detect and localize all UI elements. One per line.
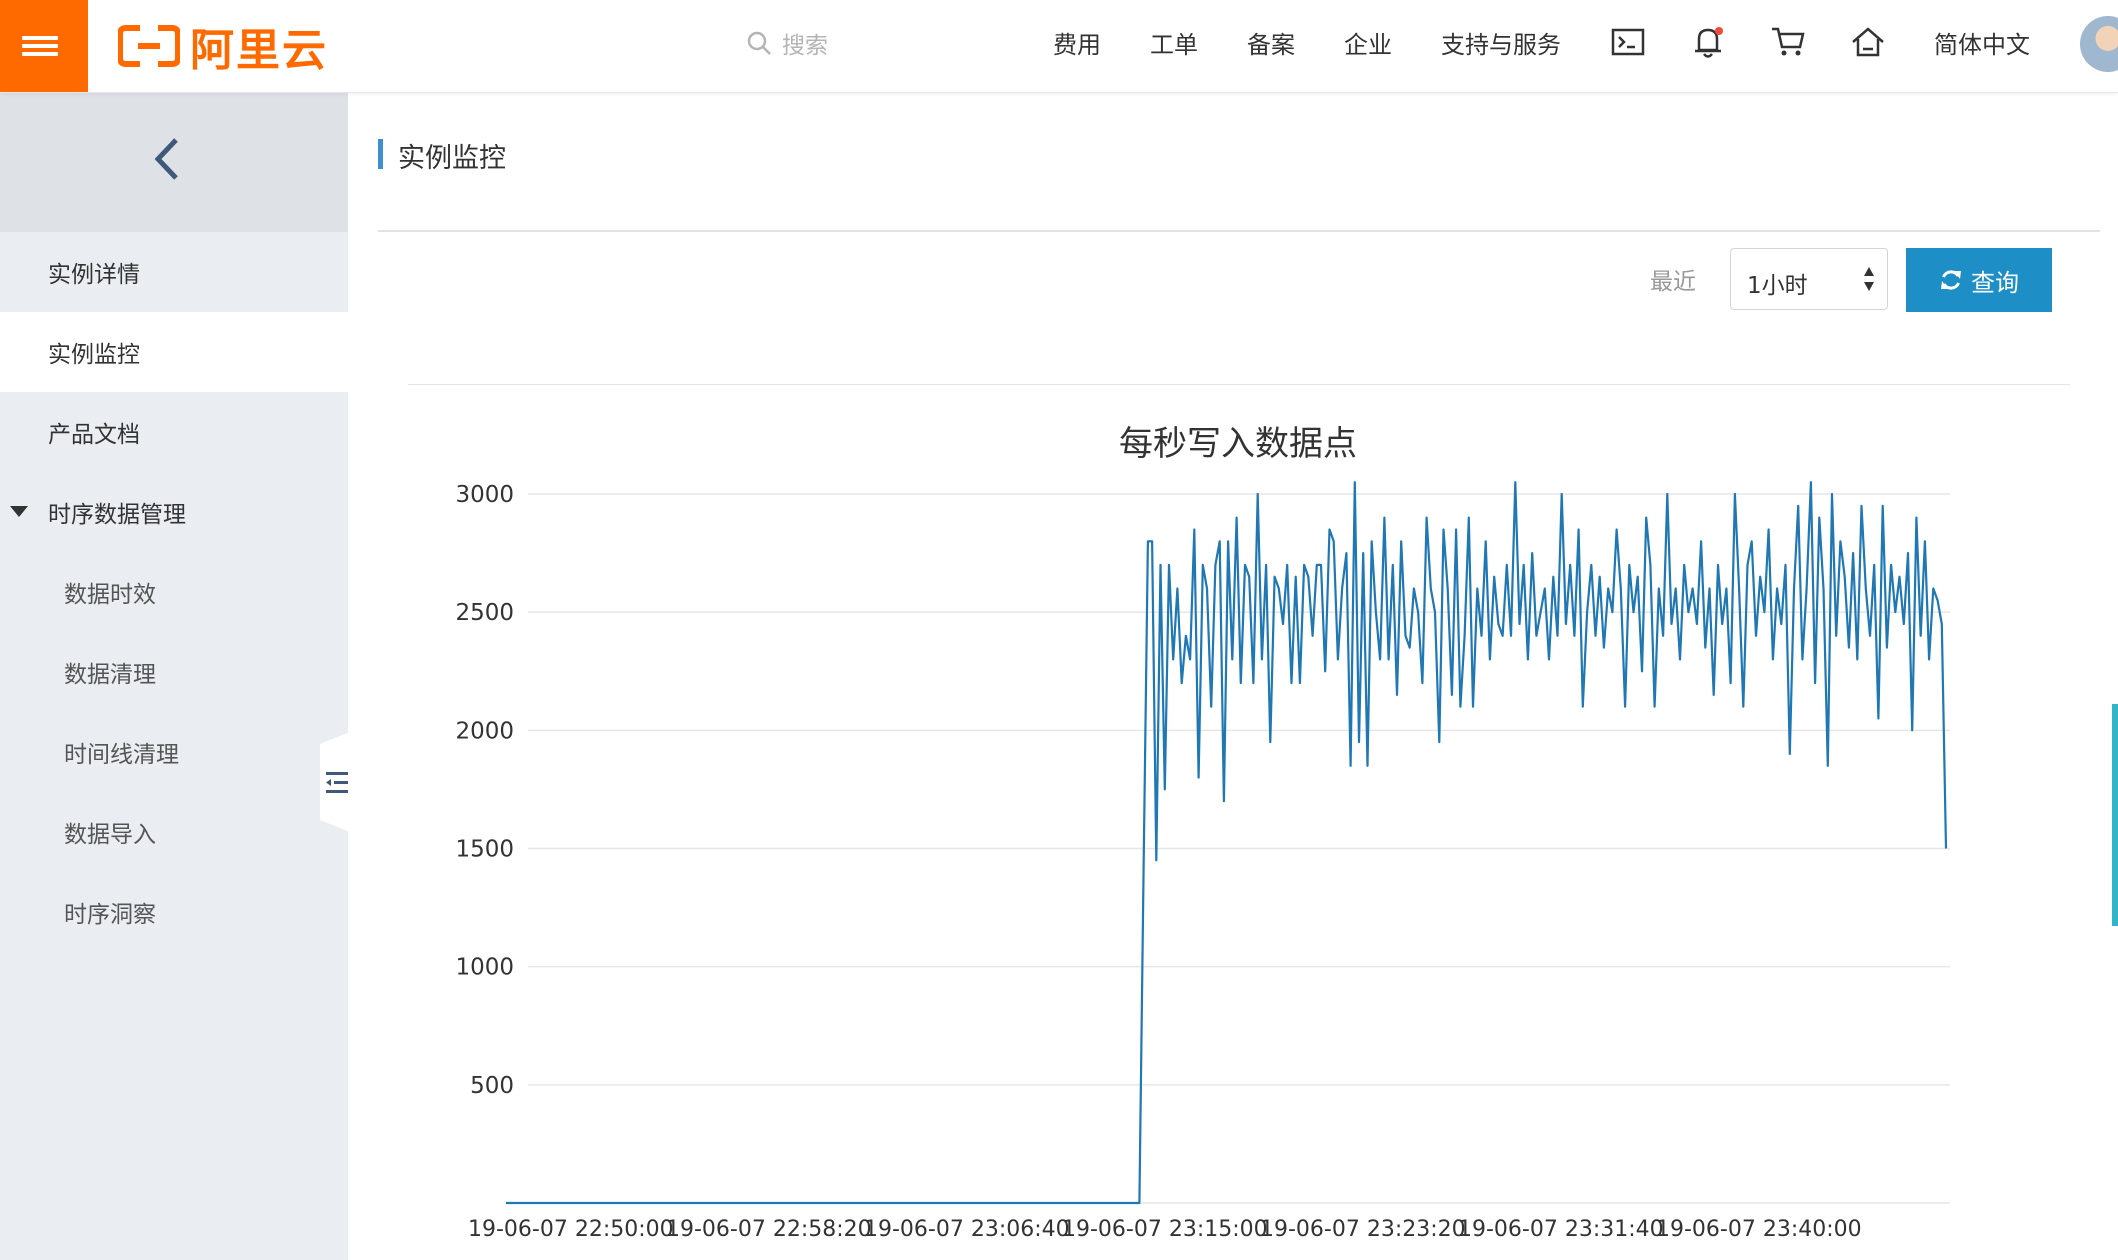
sidebar-item-label: 数据清理: [64, 662, 156, 688]
x-tick-label: 19-06-07 23:06:40: [864, 1217, 1070, 1242]
menu-icon[interactable]: [0, 0, 88, 92]
query-button[interactable]: 查询: [1906, 248, 2052, 312]
avatar[interactable]: [2080, 16, 2118, 72]
x-tick-label: 19-06-07 23:31:40: [1458, 1217, 1664, 1242]
chart-title: 每秒写入数据点: [1119, 424, 1357, 464]
select-arrows-icon: [1864, 267, 1874, 291]
sidebar-item-insight[interactable]: 时序洞察: [0, 872, 348, 952]
sidebar-item-data-import[interactable]: 数据导入: [0, 792, 348, 872]
page-title-accent: [378, 139, 383, 169]
sidebar-back-area: [0, 92, 348, 232]
x-tick-label: 19-06-07 23:23:20: [1260, 1217, 1466, 1242]
time-range-value: 1小时: [1747, 273, 1808, 299]
y-tick-label: 2500: [455, 600, 514, 626]
sidebar-item-label: 产品文档: [48, 422, 140, 448]
sidebar-item-product-docs[interactable]: 产品文档: [0, 392, 348, 472]
language-selector[interactable]: 简体中文: [1934, 0, 2030, 84]
search-box[interactable]: 搜索: [746, 26, 828, 60]
y-tick-label: 1000: [455, 955, 514, 981]
sidebar-item-data-cleanup[interactable]: 数据清理: [0, 632, 348, 712]
y-tick-label: 3000: [455, 482, 514, 508]
nav-tickets[interactable]: 工单: [1150, 0, 1198, 84]
y-tick-label: 1500: [455, 837, 514, 863]
sidebar-item-tsdb-management[interactable]: 时序数据管理: [0, 472, 348, 552]
nav-support[interactable]: 支持与服务: [1441, 0, 1561, 84]
nav-fees[interactable]: 费用: [1053, 0, 1101, 84]
sidebar-item-data-ttl[interactable]: 数据时效: [0, 552, 348, 632]
sidebar-collapse-toggle[interactable]: [320, 732, 350, 832]
chevron-left-icon[interactable]: [150, 136, 184, 182]
sidebar-item-label: 时序数据管理: [48, 502, 186, 528]
refresh-icon: [1941, 270, 1961, 290]
divider: [378, 230, 2100, 232]
search-input[interactable]: 搜索: [782, 26, 828, 60]
x-tick-label: 19-06-07 22:50:00: [468, 1217, 674, 1242]
query-button-label: 查询: [1971, 268, 2019, 297]
sidebar-item-label: 数据导入: [64, 822, 156, 848]
logo-text: 阿里云: [190, 25, 328, 76]
top-bar: 阿里云 搜索 费用 工单 备案 企业 支持与服务 简体中文: [0, 0, 2118, 93]
feedback-tab[interactable]: [2112, 704, 2118, 926]
x-tick-label: 19-06-07 22:58:20: [666, 1217, 872, 1242]
sidebar-item-label: 时序洞察: [64, 902, 156, 928]
sidebar: 实例详情 实例监控 产品文档 时序数据管理 数据时效 数据清理 时间线清理 数据…: [0, 92, 350, 1260]
caret-down-icon: [10, 506, 28, 517]
sidebar-item-timeline-cleanup[interactable]: 时间线清理: [0, 712, 348, 792]
sidebar-item-label: 时间线清理: [64, 742, 179, 768]
recent-label: 最近: [1650, 269, 1696, 295]
sidebar-item-label: 实例详情: [48, 262, 140, 288]
logo[interactable]: 阿里云: [118, 18, 328, 76]
series-line: [506, 481, 1948, 1205]
x-tick-label: 19-06-07 23:40:00: [1656, 1217, 1862, 1242]
bell-icon[interactable]: [1686, 20, 1730, 64]
nav-filing[interactable]: 备案: [1247, 0, 1295, 84]
x-tick-label: 19-06-07 23:15:00: [1062, 1217, 1268, 1242]
collapse-menu-icon: [326, 772, 348, 793]
search-icon: [747, 31, 771, 55]
time-range-select[interactable]: 1小时: [1730, 248, 1888, 310]
terminal-icon[interactable]: [1606, 20, 1650, 64]
divider: [408, 384, 2070, 385]
page-title: 实例监控: [398, 143, 506, 174]
sidebar-item-instance-monitor[interactable]: 实例监控: [0, 312, 348, 392]
sidebar-item-label: 实例监控: [48, 342, 140, 368]
y-tick-label: 500: [470, 1073, 514, 1099]
y-tick-label: 2000: [455, 718, 514, 744]
sidebar-item-label: 数据时效: [64, 582, 156, 608]
write-rate-chart: 每秒写入数据点 500 1000 1500 2000 2500 3000 19-06-07…: [455, 424, 1950, 1242]
nav-enterprise[interactable]: 企业: [1344, 0, 1392, 84]
sidebar-item-instance-details[interactable]: 实例详情: [0, 232, 348, 312]
aliyun-logo-icon: [118, 25, 180, 67]
cart-icon[interactable]: [1766, 20, 1810, 64]
home-icon[interactable]: [1846, 20, 1890, 64]
